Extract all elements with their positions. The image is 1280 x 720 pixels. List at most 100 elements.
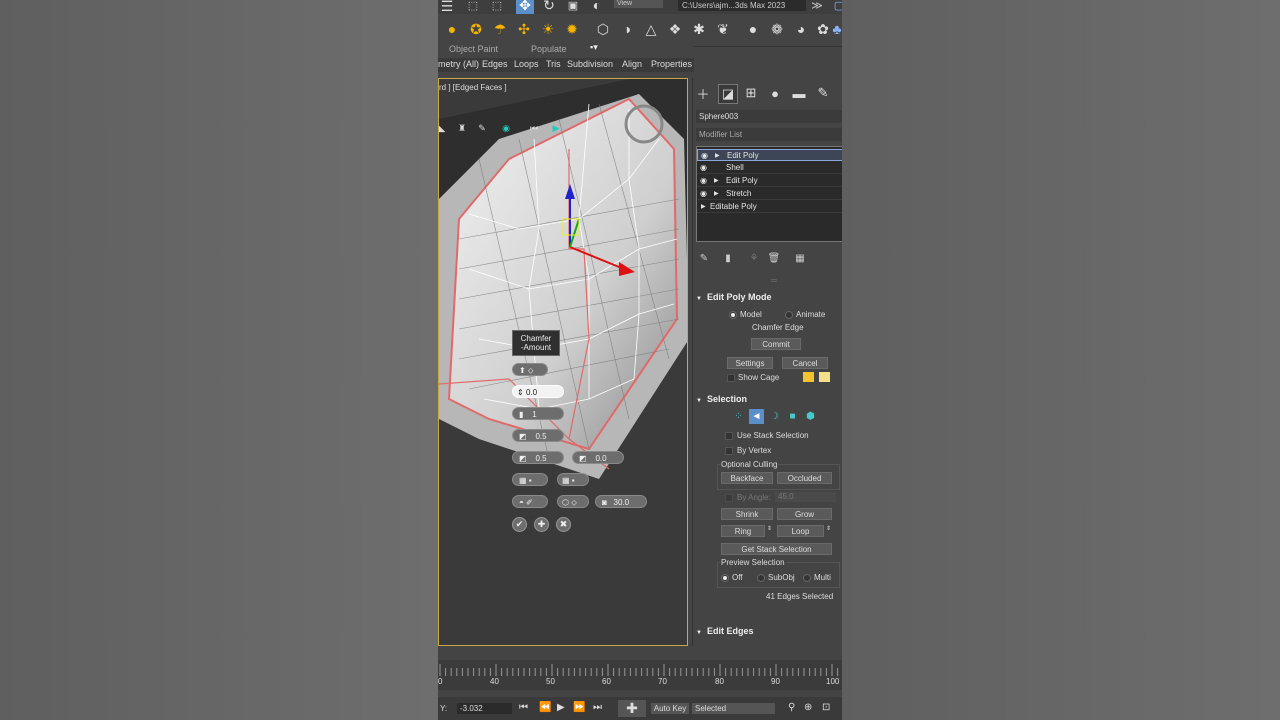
frame-prev-icon[interactable]: ⏮ <box>525 119 543 137</box>
modify-tab-icon[interactable]: ◪ <box>718 84 738 104</box>
caddy-ok-icon[interactable]: ✔ <box>512 517 527 532</box>
settings-button[interactable]: Settings <box>727 357 773 369</box>
chamfer-mitre-button[interactable]: ▦ ▪ <box>512 473 548 486</box>
scatter-icon[interactable]: ❖ <box>666 20 684 38</box>
make-unique-icon[interactable]: ⚘ <box>747 252 761 264</box>
perspective-viewport[interactable]: rd ] [Edged Faces ] ◣ ♜ ✎ ◉ ⏮ ▶ ⏭ Chamfe… <box>438 78 688 646</box>
stack-item-edit-poly-2[interactable]: ◉ ▶ Edit Poly <box>697 175 842 187</box>
edit-edges-rollout[interactable]: ▼ Edit Edges <box>696 626 842 636</box>
by-angle-spinner[interactable]: 45.0 <box>775 492 836 502</box>
select-sphere-icon[interactable]: ◉ <box>497 119 515 137</box>
frame-next-icon[interactable]: ⏭ <box>571 119 589 137</box>
ribbon-tab-tris[interactable]: Tris <box>546 59 561 69</box>
sphere-primitive-icon[interactable]: ● <box>443 20 461 38</box>
shrink-button[interactable]: Shrink <box>721 508 773 520</box>
edit-poly-mode-rollout[interactable]: ▼ Edit Poly Mode <box>696 292 842 302</box>
rollout-collapse-icon[interactable]: ▼ <box>696 296 702 302</box>
zoom-extents-icon[interactable]: ⊡ <box>822 702 830 713</box>
chamfer-amount-field[interactable]: ⇕ 0.0 <box>512 385 564 398</box>
window-crossing-icon[interactable]: ⬚ <box>488 0 506 14</box>
ribbon-tab-subdivision[interactable]: Subdivision <box>567 59 613 69</box>
key-mode-icon[interactable]: ✚ <box>618 700 646 717</box>
selection-rollout[interactable]: ▼ Selection <box>696 394 842 404</box>
help-icon[interactable]: ▢ <box>830 0 842 14</box>
utilities-tab-icon[interactable]: ✎ <box>814 84 832 102</box>
grass-icon[interactable]: ✱ <box>690 20 708 38</box>
display-tab-icon[interactable]: ▬ <box>790 84 808 102</box>
project-path[interactable]: C:\Users\ajm...3ds Max 2023 <box>678 0 806 11</box>
go-to-end-icon[interactable]: ⏭ <box>593 702 602 713</box>
sun-icon[interactable]: ✹ <box>563 20 581 38</box>
rotate-icon[interactable]: ↻ <box>540 0 558 14</box>
modifier-list-dropdown[interactable]: Modifier List <box>696 128 842 141</box>
paint-shirt-icon[interactable]: ♜ <box>453 119 471 137</box>
expand-icon[interactable]: ▶ <box>714 175 719 187</box>
ribbon-tab-properties[interactable]: Properties <box>651 59 692 69</box>
by-vertex-checkbox[interactable] <box>725 447 733 455</box>
object-paint-tab[interactable]: Object Paint <box>449 44 498 54</box>
motion-tab-icon[interactable]: ● <box>766 84 784 102</box>
zoom-all-icon[interactable]: ⊕ <box>804 702 812 713</box>
ring-spinner-icon[interactable]: ⇕ <box>767 525 772 532</box>
chamfer-patch-button[interactable]: ▦ ▪ <box>557 473 589 486</box>
chamfer-quad-button[interactable]: ⬡ ⬦ <box>557 495 589 508</box>
cage-selected-color-swatch[interactable] <box>819 372 830 382</box>
multi-sphere-icon[interactable]: ❁ <box>768 20 786 38</box>
shaded-sphere-icon[interactable]: ● <box>744 20 762 38</box>
chamfer-tension-field[interactable]: ◩ 0.5 <box>512 429 564 442</box>
next-frame-icon[interactable]: ⏩ <box>573 702 585 713</box>
backface-button[interactable]: Backface <box>721 472 773 484</box>
preview-off-radio[interactable] <box>721 574 729 582</box>
eye-icon[interactable]: ◉ <box>700 175 707 187</box>
eye-icon[interactable]: ◉ <box>701 150 708 162</box>
stack-item-edit-poly-1[interactable]: ◉ ▶ Edit Poly <box>697 149 842 161</box>
grow-button[interactable]: Grow <box>777 508 832 520</box>
chamfer-angle-field[interactable]: ◙ 30.0 <box>595 495 647 508</box>
rollout-collapse-icon[interactable]: ▼ <box>696 630 702 636</box>
chamfer-type-button[interactable]: ⬆ ⬦ <box>512 363 548 376</box>
stack-item-shell[interactable]: ◉ Shell <box>697 162 842 174</box>
fire-icon[interactable]: ❦ <box>714 20 732 38</box>
tree-icon[interactable]: ♣ <box>828 20 842 38</box>
by-angle-checkbox[interactable] <box>725 494 733 502</box>
expand-icon[interactable]: ▶ <box>701 201 706 213</box>
loop-button[interactable]: Loop <box>777 525 824 537</box>
caddy-cancel-icon[interactable]: ✖ <box>556 517 571 532</box>
edge-mode-icon[interactable]: ◄ <box>749 409 764 424</box>
border-mode-icon[interactable]: ☽ <box>767 409 782 424</box>
hierarchy-tab-icon[interactable]: ⊞ <box>742 84 760 102</box>
move-icon[interactable]: ✥ <box>516 0 534 14</box>
chamfer-depth-field[interactable]: ◩ 0.5 <box>512 451 564 464</box>
rollout-collapse-icon[interactable]: ▼ <box>696 398 702 404</box>
selection-set-dropdown[interactable]: Selected <box>692 703 775 714</box>
expand-icon[interactable]: ▶ <box>714 188 719 200</box>
geosphere-icon[interactable]: ✪ <box>467 20 485 38</box>
brush-icon[interactable]: ✎ <box>473 119 491 137</box>
auto-key-button[interactable]: Auto Key <box>651 703 689 714</box>
reference-coordinate-dropdown[interactable]: View <box>614 0 663 8</box>
create-tab-icon[interactable]: ＋ <box>694 84 712 102</box>
chamfer-segments-field[interactable]: ▮ 1 <box>512 407 564 420</box>
viewport-label[interactable]: rd ] [Edged Faces ] <box>439 83 507 92</box>
pin-stack-icon[interactable]: ✎ <box>697 252 711 264</box>
ribbon-tab-loops[interactable]: Loops <box>514 59 539 69</box>
occluded-button[interactable]: Occluded <box>777 472 832 484</box>
reference-coord-icon[interactable]: ◐ <box>588 0 606 14</box>
polygon-mode-icon[interactable]: ■ <box>785 409 800 424</box>
splitter-handle[interactable]: ═ <box>771 276 777 285</box>
eye-icon[interactable]: ◉ <box>700 188 707 200</box>
prev-frame-icon[interactable]: ⏪ <box>539 702 551 713</box>
model-radio[interactable] <box>729 311 737 319</box>
eye-icon[interactable]: ◉ <box>700 162 707 174</box>
render-icon[interactable]: ◕ <box>792 20 810 38</box>
ring-button[interactable]: Ring <box>721 525 765 537</box>
get-stack-selection-button[interactable]: Get Stack Selection <box>721 543 832 555</box>
object-name-field[interactable]: Sphere003 <box>696 110 842 123</box>
element-mode-icon[interactable]: ⬢ <box>803 409 818 424</box>
cancel-button[interactable]: Cancel <box>782 357 828 369</box>
commit-button[interactable]: Commit <box>751 338 801 350</box>
ribbon-tab-edges[interactable]: Edges <box>482 59 508 69</box>
remove-modifier-icon[interactable]: 🗑 <box>767 252 781 264</box>
loop-spinner-icon[interactable]: ⇕ <box>826 525 831 532</box>
light-icon[interactable]: ☀ <box>539 20 557 38</box>
